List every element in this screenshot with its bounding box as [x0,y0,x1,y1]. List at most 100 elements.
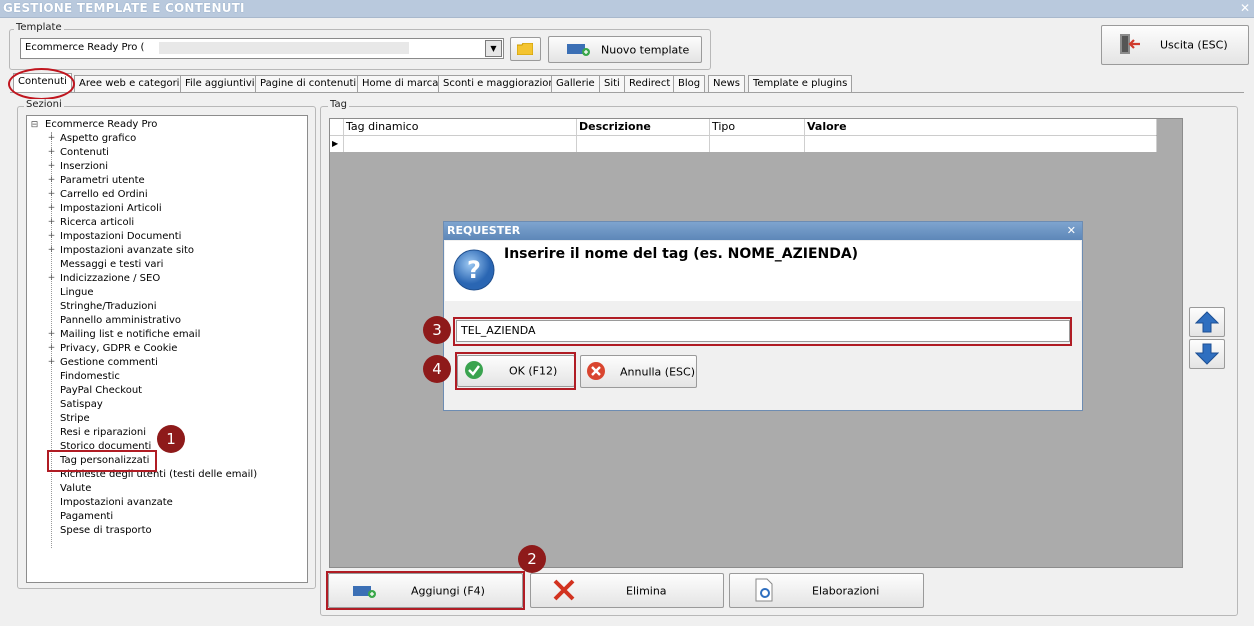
sections-tree[interactable]: ⊟ Ecommerce Ready Pro + Aspetto grafico + C… [26,115,308,583]
tree-item[interactable]: Contenuti [60,147,109,159]
svg-text:?: ? [467,256,481,284]
expand-icon[interactable]: + [47,133,56,143]
expand-icon[interactable]: + [47,147,56,157]
add-window-icon [567,44,590,56]
tree-item[interactable]: Inserzioni [60,161,108,173]
tab-pagine-contenuti[interactable]: Pagine di contenuti [255,75,362,92]
tree-item[interactable]: Resi e riparazioni [60,427,146,439]
template-select[interactable]: Ecommerce Ready Pro ( ▼ [20,38,504,59]
exit-button[interactable]: Uscita (ESC) [1101,25,1249,65]
tree-item[interactable]: Stringhe/Traduzioni [60,301,157,313]
window-titlebar: GESTIONE TEMPLATE E CONTENUTI ✕ [0,0,1254,18]
move-up-button[interactable] [1189,307,1225,337]
tree-item[interactable]: Satispay [60,399,103,411]
tab-highlight-ellipse [8,68,75,100]
template-select-value: Ecommerce Ready Pro ( [25,42,145,53]
tree-item[interactable]: PayPal Checkout [60,385,142,397]
expand-icon[interactable]: + [47,175,56,185]
tree-item[interactable]: Findomestic [60,371,120,383]
cell-valore[interactable] [805,136,1157,152]
col-descrizione[interactable]: Descrizione [577,119,710,135]
tree-item[interactable]: Impostazioni avanzate sito [60,245,194,257]
tree-item[interactable]: Aspetto grafico [60,133,136,145]
tree-item[interactable]: Pagamenti [60,511,113,523]
table-row[interactable]: ▶ [330,136,1157,152]
open-folder-button[interactable] [510,37,541,61]
tab-siti[interactable]: Siti [599,75,625,92]
arrow-up-icon [1195,311,1219,333]
cell-tipo[interactable] [710,136,805,152]
highlight-add-button [326,571,525,610]
tree-item[interactable]: Impostazioni Articoli [60,203,162,215]
settings-document-icon [755,578,773,602]
grid-header: Tag dinamico Descrizione Tipo Valore [330,119,1157,136]
tree-item[interactable]: Messaggi e testi vari [60,259,163,271]
expand-icon[interactable]: + [47,231,56,241]
redacted-area [159,42,409,54]
new-template-label: Nuovo template [601,43,690,56]
tab-file-aggiuntivi[interactable]: File aggiuntivi [180,75,260,92]
cell-descrizione[interactable] [577,136,710,152]
arrow-down-icon [1195,343,1219,365]
tree-item[interactable]: Mailing list e notifiche email [60,329,200,341]
expand-icon[interactable]: + [47,245,56,255]
cell-tag[interactable] [344,136,577,152]
tree-item[interactable]: Privacy, GDPR e Cookie [60,343,177,355]
col-tag-dinamico[interactable]: Tag dinamico [344,119,577,135]
dialog-message-area: ? Inserire il nome del tag (es. NOME_AZI… [445,241,1081,301]
chevron-down-icon[interactable]: ▼ [485,40,502,57]
expand-icon[interactable]: + [47,357,56,367]
tree-item[interactable]: Carrello ed Ordini [60,189,148,201]
tree-item[interactable]: Parametri utente [60,175,145,187]
tree-item[interactable]: Impostazioni avanzate [60,497,173,509]
delete-button[interactable]: Elimina [530,573,724,608]
expand-icon[interactable]: + [47,329,56,339]
col-valore[interactable]: Valore [805,119,1157,135]
cancel-icon [587,362,605,380]
cancel-button[interactable]: Annulla (ESC) [580,355,697,388]
cancel-label: Annulla (ESC) [620,365,695,378]
tree-root[interactable]: Ecommerce Ready Pro [45,119,157,131]
dialog-message: Inserire il nome del tag (es. NOME_AZIEN… [504,246,859,262]
tree-item[interactable]: Lingue [60,287,94,299]
tab-template-plugins[interactable]: Template e plugins [748,75,853,92]
expand-icon[interactable]: + [47,189,56,199]
process-button[interactable]: Elaborazioni [729,573,924,608]
process-label: Elaborazioni [812,584,880,597]
expand-icon[interactable]: + [47,203,56,213]
tree-item[interactable]: Stripe [60,413,90,425]
new-template-button[interactable]: Nuovo template [548,36,702,63]
exit-label: Uscita (ESC) [1160,38,1228,52]
expand-icon[interactable]: + [47,343,56,353]
tree-item[interactable]: Indicizzazione / SEO [60,273,160,285]
expand-icon[interactable]: + [47,273,56,283]
move-down-button[interactable] [1189,339,1225,369]
expand-icon[interactable]: + [47,217,56,227]
step-badge-2: 2 [518,545,546,573]
delete-x-icon [553,579,575,601]
tab-aree-web[interactable]: Aree web e categorie [74,75,191,92]
tree-item[interactable]: Pannello amministrativo [60,315,181,327]
tree-item[interactable]: Ricerca articoli [60,217,134,229]
tree-item[interactable]: Gestione commenti [60,357,158,369]
tab-home-marca[interactable]: Home di marca [357,75,444,92]
question-icon: ? [453,249,495,291]
expand-icon[interactable]: + [47,161,56,171]
col-tipo[interactable]: Tipo [710,119,805,135]
tab-redirect[interactable]: Redirect [624,75,676,92]
tab-news[interactable]: News [708,75,746,92]
tab-blog[interactable]: Blog [673,75,706,92]
sections-legend: Sezioni [24,99,64,110]
window-title: GESTIONE TEMPLATE E CONTENUTI [3,1,245,15]
delete-label: Elimina [626,584,667,597]
tag-legend: Tag [328,99,349,110]
close-icon[interactable]: ✕ [1240,1,1250,15]
dialog-close-icon[interactable]: ✕ [1067,222,1076,240]
tab-sconti[interactable]: Sconti e maggiorazioni [438,75,563,92]
tree-item[interactable]: Spese di trasporto [60,525,152,537]
exit-door-icon [1120,34,1140,54]
tree-item[interactable]: Valute [60,483,91,495]
tree-item[interactable]: Impostazioni Documenti [60,231,181,243]
tab-gallerie[interactable]: Gallerie [551,75,600,92]
collapse-icon[interactable]: ⊟ [30,120,39,130]
